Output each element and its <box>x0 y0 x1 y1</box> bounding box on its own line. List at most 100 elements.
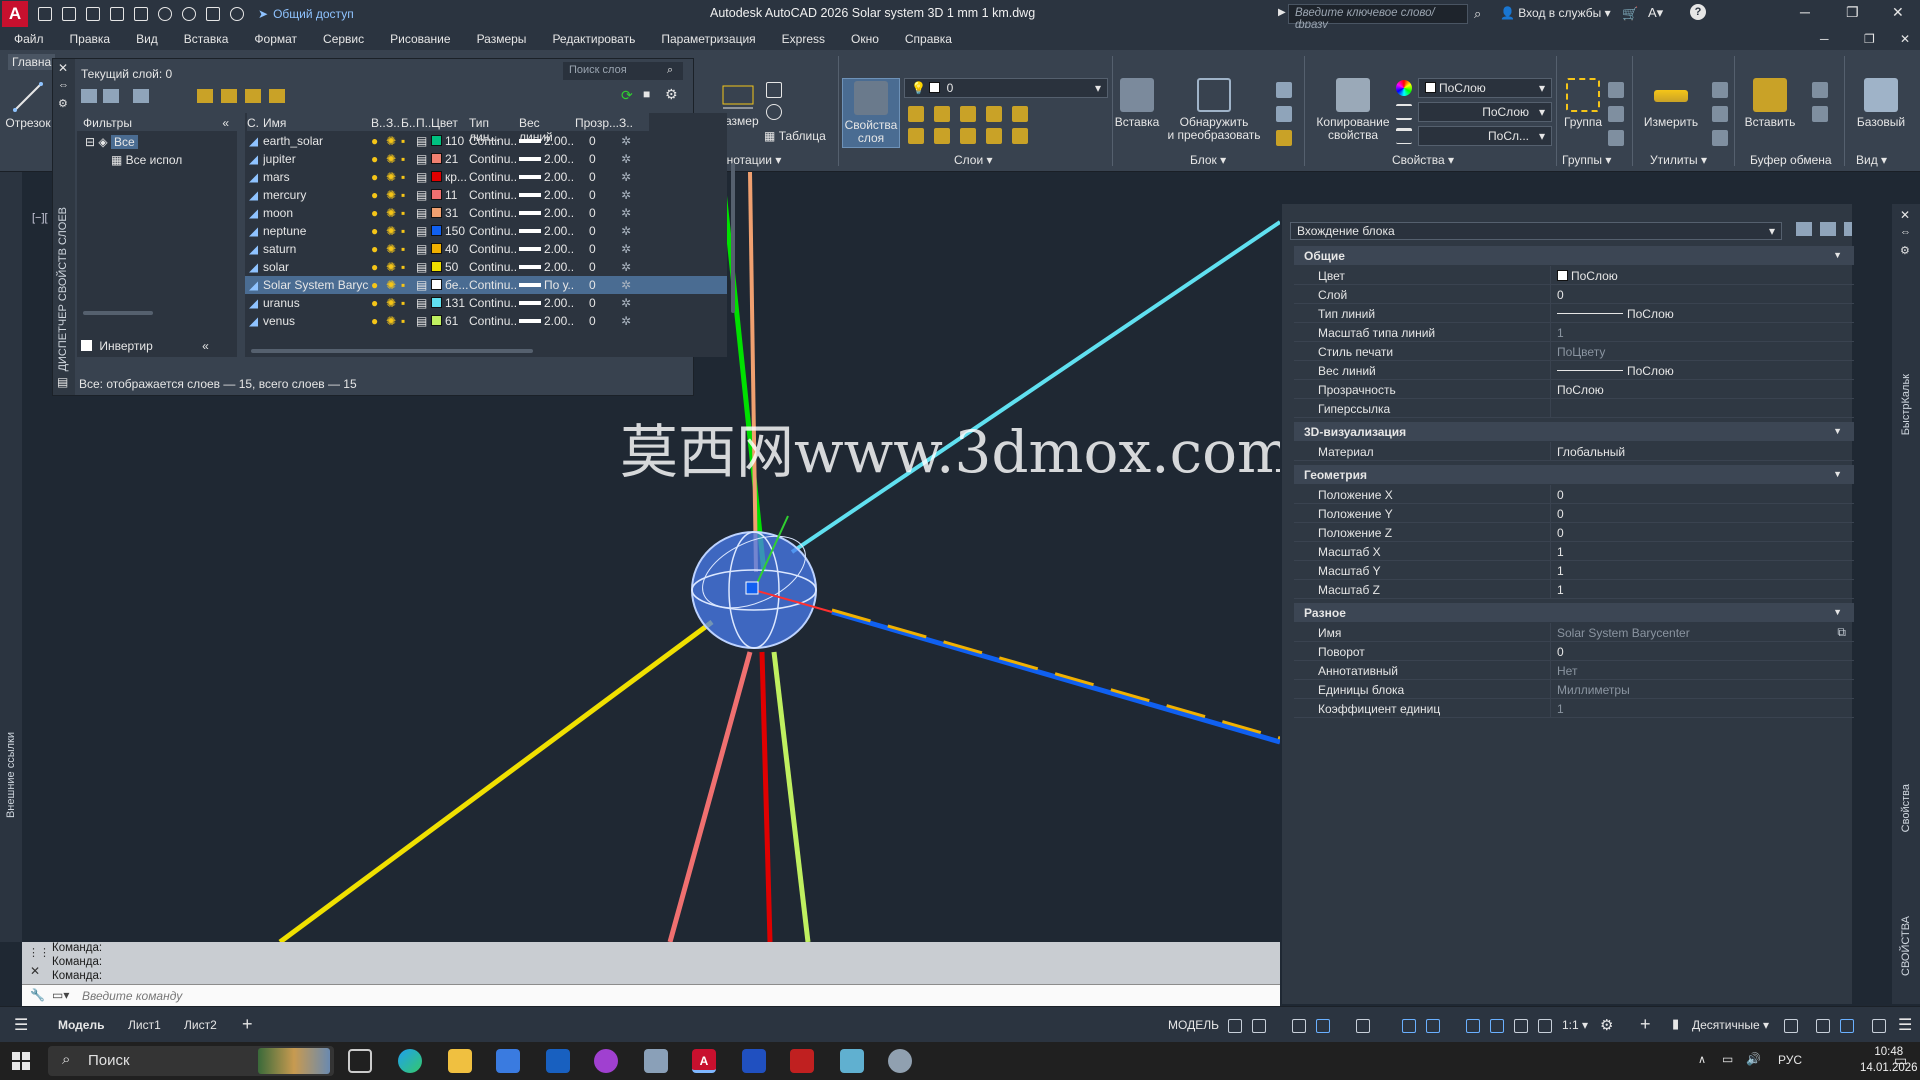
layer-color[interactable]: 31 <box>431 206 458 220</box>
column-header[interactable]: В.. <box>371 113 386 131</box>
layer-transparency[interactable]: 0 <box>589 134 596 148</box>
new-vp-freeze-icon[interactable]: ✲ <box>621 314 631 328</box>
edge-browser-icon[interactable] <box>398 1049 422 1073</box>
task-view-icon[interactable] <box>348 1049 372 1073</box>
on-off-bulb-icon[interactable]: ● <box>371 278 378 292</box>
tab-model[interactable]: Модель <box>58 1018 104 1032</box>
plot-icon[interactable]: ▤ <box>416 224 427 238</box>
layer-color[interactable]: 61 <box>431 314 458 328</box>
set-current-layer-icon[interactable] <box>269 89 285 103</box>
crosshair-icon[interactable]: + <box>1640 1014 1651 1035</box>
grip-icon[interactable]: ⋮⋮ <box>28 946 50 959</box>
new-layer-icon[interactable] <box>197 89 213 103</box>
taskbar-search[interactable]: ⌕ Поиск <box>48 1046 334 1076</box>
object-type-combo[interactable]: Вхождение блока ▾ <box>1290 222 1782 240</box>
layer-properties-button[interactable]: Свойства слоя <box>842 78 900 148</box>
lineweight-toggle-icon[interactable] <box>1466 1019 1480 1033</box>
group-edit-icon[interactable] <box>1608 106 1624 122</box>
freeze-sun-icon[interactable]: ✺ <box>386 224 396 238</box>
section-header-viz3d[interactable]: 3D-визуализация ▼ <box>1294 422 1854 441</box>
autocad-logo-icon[interactable]: A <box>2 1 28 27</box>
close-icon[interactable]: ✕ <box>30 964 40 978</box>
layer-lineweight[interactable]: 2.00... <box>519 296 575 310</box>
property-row[interactable]: Имя Solar System Barycenter ⧉ <box>1294 623 1854 642</box>
transparency-icon[interactable] <box>1490 1019 1504 1033</box>
new-vp-freeze-icon[interactable]: ✲ <box>621 278 631 292</box>
doc-restore-button[interactable]: ❐ <box>1864 32 1875 46</box>
search-icon[interactable]: ⌕ <box>1474 6 1481 22</box>
print-icon[interactable] <box>134 7 148 21</box>
layer-linetype[interactable]: Continu... <box>469 152 517 166</box>
stop-icon[interactable]: ■ <box>643 87 650 101</box>
doc-close-button[interactable]: ✕ <box>1900 32 1910 46</box>
property-row[interactable]: Коэффициент единиц 1 <box>1294 699 1854 718</box>
outlook-icon[interactable] <box>546 1049 570 1073</box>
lock-icon[interactable]: ▪ <box>401 134 405 148</box>
new-vp-freeze-icon[interactable]: ✲ <box>621 242 631 256</box>
wrench-icon[interactable]: 🔧 <box>30 988 45 1002</box>
share-button[interactable]: ➤ Общий доступ <box>258 7 354 21</box>
windows-start-icon[interactable] <box>12 1052 30 1070</box>
leader-icon[interactable] <box>766 104 782 120</box>
lock-icon[interactable]: ▪ <box>401 170 405 184</box>
freeze-sun-icon[interactable]: ✺ <box>386 260 396 274</box>
plot-icon[interactable]: ▤ <box>416 152 427 166</box>
property-row[interactable]: Поворот 0 <box>1294 642 1854 661</box>
properties-tab[interactable]: Свойства <box>1900 784 1912 832</box>
property-value[interactable]: ПоСлою <box>1550 304 1854 322</box>
layer-lock-icon[interactable] <box>986 106 1002 122</box>
collapse-icon[interactable]: ▼ <box>1833 469 1842 479</box>
file-explorer-icon[interactable] <box>448 1049 472 1073</box>
new-group-filter-icon[interactable] <box>103 89 119 103</box>
layer-row[interactable]: ◢ saturn ● ✺ ▪ ▤ 40 Continu... 2.00... 0 ✲ <box>245 240 727 258</box>
close-button[interactable]: ✕ <box>1892 4 1904 21</box>
property-value[interactable]: 0 <box>1550 285 1854 303</box>
property-value[interactable]: 1 <box>1550 323 1854 341</box>
menu-item[interactable]: Вставка <box>171 32 242 46</box>
column-header[interactable]: С. <box>247 113 263 131</box>
close-icon[interactable]: ✕ <box>58 61 68 75</box>
table-vertical-scrollbar[interactable] <box>731 163 735 313</box>
menu-item[interactable]: Правка <box>57 32 124 46</box>
freeze-sun-icon[interactable]: ✺ <box>386 188 396 202</box>
color-wheel-icon[interactable] <box>1396 80 1412 96</box>
language-indicator[interactable]: РУС <box>1778 1053 1802 1067</box>
column-header[interactable]: Имя <box>263 113 371 131</box>
layer-lineweight[interactable]: 2.00... <box>519 170 575 184</box>
layer-lineweight[interactable]: 2.00... <box>519 242 575 256</box>
lock-icon[interactable]: ▪ <box>401 152 405 166</box>
new-property-filter-icon[interactable] <box>81 89 97 103</box>
layer-transparency[interactable]: 0 <box>589 188 596 202</box>
save-icon[interactable] <box>86 7 100 21</box>
sign-in-button[interactable]: 👤 Вход в службы ▾ <box>1500 6 1611 20</box>
layer-unisolate-icon[interactable] <box>908 128 924 144</box>
layer-match-icon[interactable] <box>1012 106 1028 122</box>
layer-lineweight[interactable]: 2.00... <box>519 152 575 166</box>
save-as-icon[interactable] <box>110 7 124 21</box>
layer-row[interactable]: ◢ earth_solar ● ✺ ▪ ▤ 110 Continu... 2.00... 0 ✲ <box>245 132 727 150</box>
layer-transparency[interactable]: 0 <box>589 224 596 238</box>
annotation-scale-combo[interactable]: 1:1 ▾ <box>1562 1018 1588 1032</box>
grid-icon[interactable] <box>1228 1019 1242 1033</box>
snap-icon[interactable] <box>1252 1019 1266 1033</box>
column-header[interactable]: З.. <box>619 113 649 131</box>
menu-item[interactable]: Формат <box>241 32 310 46</box>
units-combo[interactable]: Десятичные ▾ <box>1692 1018 1769 1032</box>
block-group-label[interactable]: Блок ▾ <box>1190 153 1226 167</box>
freeze-sun-icon[interactable]: ✺ <box>386 134 396 148</box>
autodesk-account-icon[interactable]: A▾ <box>1648 5 1663 21</box>
quick-select-icon[interactable] <box>1844 222 1852 236</box>
group-button[interactable]: Группа <box>1560 78 1606 129</box>
on-off-bulb-icon[interactable]: ● <box>371 296 378 310</box>
select-all-icon[interactable] <box>1712 106 1728 122</box>
app-icon[interactable] <box>840 1049 864 1073</box>
menu-item[interactable]: Окно <box>838 32 892 46</box>
clean-screen-icon[interactable] <box>1840 1019 1854 1033</box>
autocad-taskbar-icon[interactable]: A <box>692 1049 716 1073</box>
lock-icon[interactable]: ▪ <box>401 278 405 292</box>
property-row[interactable]: Вес линий ПоСлою <box>1294 361 1854 380</box>
color-combo[interactable]: ПоСлою ▾ <box>1418 78 1552 98</box>
measure-button[interactable]: Измерить <box>1636 78 1706 129</box>
layer-linetype[interactable]: Continu... <box>469 242 517 256</box>
paste-button[interactable]: Вставить <box>1738 78 1802 129</box>
